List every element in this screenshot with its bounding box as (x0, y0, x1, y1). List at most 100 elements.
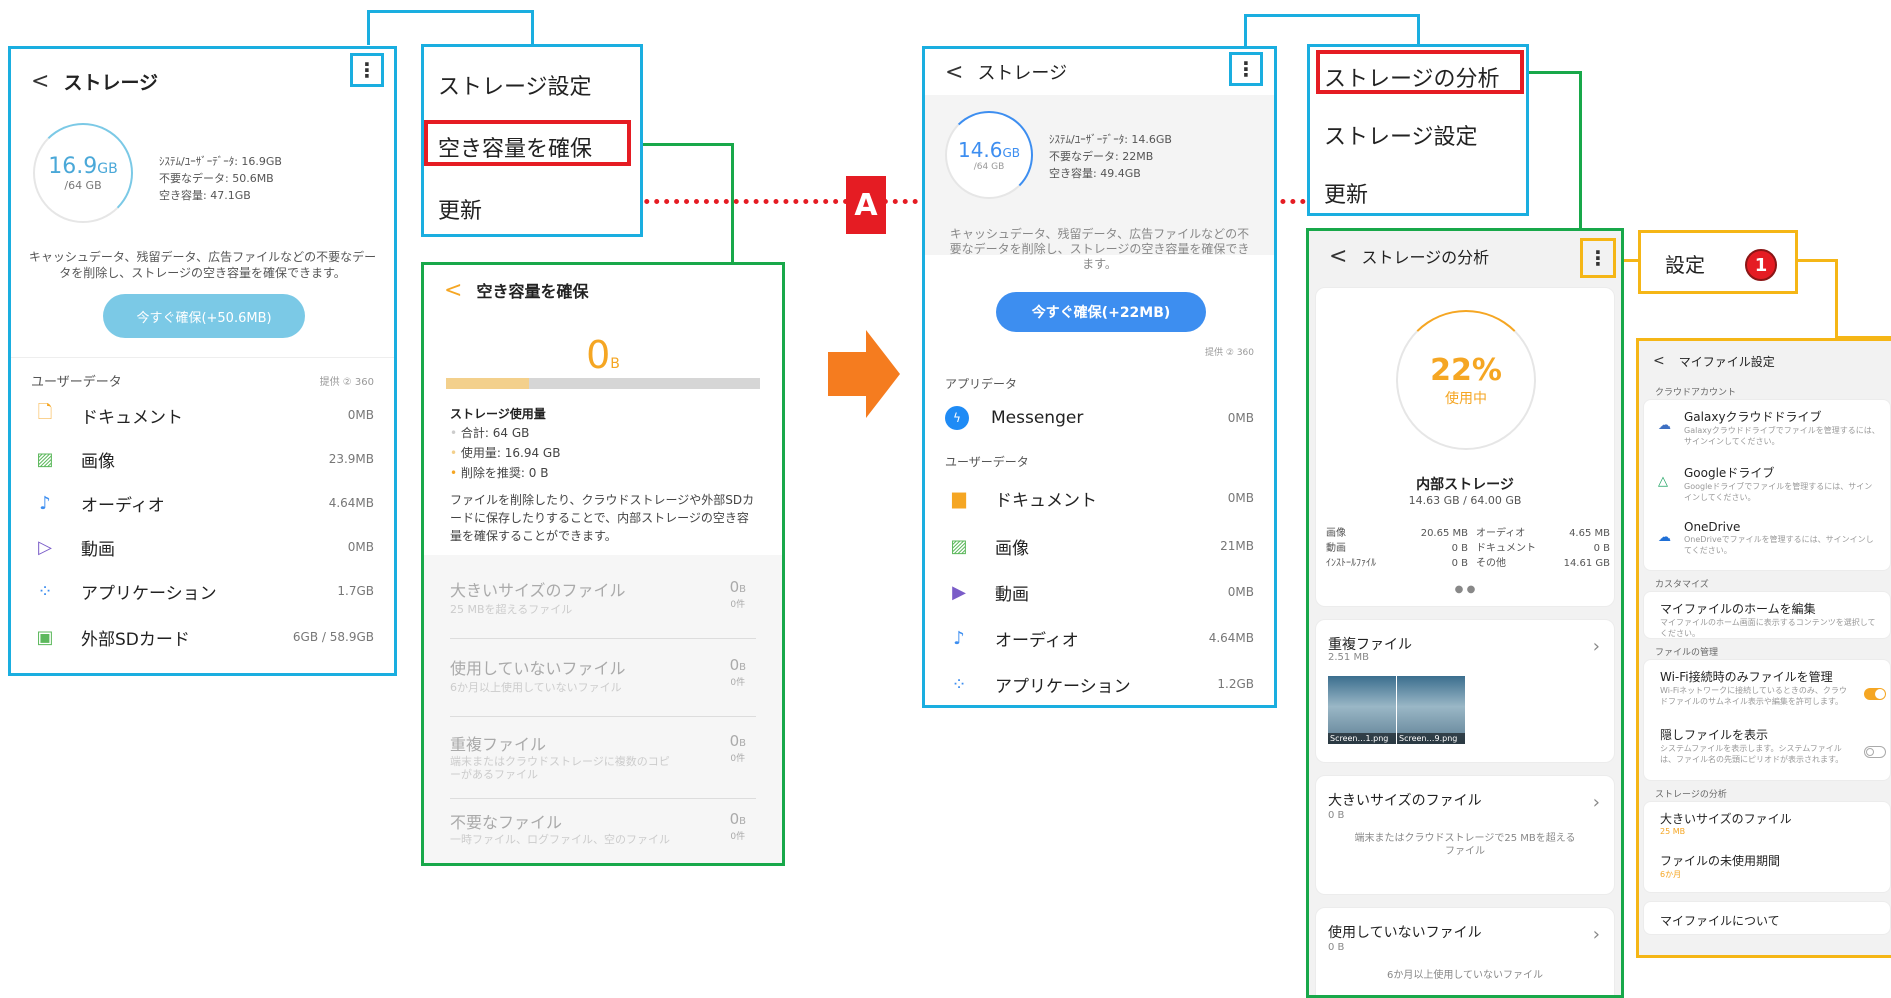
list-item-apps[interactable]: ⁘ アプリケーション 1.7GB (11, 569, 394, 613)
about-my-files[interactable]: マイファイルについて (1660, 912, 1880, 929)
free-space-screen: < 空き容量を確保 0B ストレージ使用量 • 合計: 64 GB • 使用量:… (421, 262, 785, 866)
item-title: 不要なファイル (450, 813, 563, 832)
menu-item-settings[interactable]: 設定 (1665, 249, 1705, 278)
description: キャッシュデータ、残留データ、広告ファイルなどの不要なデータを削除し、ストレージ… (28, 250, 377, 280)
back-icon[interactable]: < (31, 69, 49, 94)
internal-title: 内部ストレージ (1416, 477, 1514, 493)
storage-total: /64 GB (973, 162, 1005, 172)
more-options-button[interactable]: ⋮ (1229, 52, 1263, 86)
list-item-messenger[interactable]: ϟ Messenger 0MB (925, 395, 1274, 441)
menu-item-refresh[interactable]: 更新 (1324, 177, 1368, 209)
item-title: 大きいサイズのファイル (450, 581, 626, 600)
menu-item-storage-settings[interactable]: ストレージ設定 (1324, 119, 1478, 151)
usage-list: • 合計: 64 GB • 使用量: 16.94 GB • 削除を推奨: 0 B (450, 426, 561, 480)
list-item-video[interactable]: ▷ 動画 0MB (11, 525, 394, 569)
document-icon: 🗋 (37, 402, 53, 423)
back-icon[interactable]: < (444, 278, 462, 303)
detail-line: ｼｽﾃﾑ/ﾕｰｻﾞｰﾃﾞｰﾀ: 16.9GB (159, 155, 282, 168)
stat-value: 14.61 GB (1563, 558, 1610, 569)
cloud-galaxy[interactable]: Galaxyクラウドドライブ Galaxyクラウドドライブでファイルを管理するに… (1684, 408, 1880, 447)
more-options-button[interactable]: ⋮ (1580, 238, 1616, 278)
section-header: ファイルの管理 (1655, 648, 1719, 658)
internal-sub: 14.63 GB / 64.00 GB (1408, 494, 1522, 507)
wifi-toggle[interactable] (1864, 688, 1886, 700)
stat-label: ｲﾝｽﾄｰﾙﾌｧｲﾙ (1326, 558, 1376, 569)
item-size: 0MB (347, 540, 374, 554)
cloud-google[interactable]: Googleドライブ Googleドライブでファイルを管理するには、サインインし… (1684, 464, 1880, 503)
large-files-card[interactable]: 大きいサイズのファイル 0 B › 端末またはクラウドストレージで25 MBを超… (1315, 775, 1615, 895)
cloud-onedrive[interactable]: OneDrive OneDriveでファイルを管理するには、サインインしてくださ… (1684, 520, 1880, 556)
item-label: 画像 (995, 538, 1029, 559)
list-item-audio[interactable]: ♪ オーディオ 4.64MB (11, 481, 394, 525)
item-size: 21MB (1220, 539, 1254, 553)
large-file-size-setting[interactable]: 大きいサイズのファイル 25 MB (1660, 810, 1880, 836)
analysis-card: 大きいサイズのファイル 25 MB ファイルの未使用期間 6か月 (1643, 801, 1891, 893)
item-desc: OneDriveでファイルを管理するには、サインインしてください。 (1684, 535, 1874, 555)
card-desc: 6か月以上使用していないファイル (1386, 970, 1544, 981)
unused-period-setting[interactable]: ファイルの未使用期間 6か月 (1660, 852, 1880, 880)
list-item-junk-files[interactable]: 不要なファイル 一時ファイル、ログファイル、空のファイル 0B 0件 (450, 801, 756, 863)
list-item-documents[interactable]: ▆ ドキュメント 0MB (925, 475, 1274, 521)
about-card[interactable]: マイファイルについて (1643, 901, 1891, 935)
detail-line: 不要なデータ: 22MB (1049, 150, 1154, 163)
item-desc: システムファイルを表示します。システムファイルは、ファイル名の先頭にピリオドが表… (1660, 744, 1844, 764)
list-item-large-files[interactable]: 大きいサイズのファイル 25 MBを超えるファイル 0B 0件 (450, 569, 756, 639)
detail-line: ｼｽﾃﾑ/ﾕｰｻﾞｰﾃﾞｰﾀ: 14.6GB (1049, 133, 1172, 146)
list-item-sd-card[interactable]: ▣ 外部SDカード 6GB / 58.9GB (11, 615, 394, 659)
more-options-button[interactable]: ⋮ (350, 53, 384, 87)
highlight-storage-analysis (1316, 50, 1524, 94)
wifi-only-setting[interactable]: Wi-Fi接続時のみファイルを管理 Wi-Fiネットワークに接続しているときのみ… (1660, 668, 1850, 707)
connector-line (1798, 259, 1838, 262)
unused-files-card[interactable]: 使用していないファイル 0 B › 6か月以上使用していないファイル (1315, 907, 1615, 995)
step-label-a: A (846, 176, 886, 234)
item-label: ドキュメント (995, 490, 1097, 511)
provided-label: 提供 ② 360 (1205, 348, 1254, 358)
customize-card[interactable]: マイファイルのホームを編集 マイファイルのホーム画面に表示するコンテンツを選択し… (1643, 591, 1891, 639)
header: < ストレージの分析 (1309, 231, 1621, 281)
thumbnail-label: Screen…1.png (1328, 733, 1396, 744)
usage-label: 使用中 (1445, 390, 1487, 407)
page-title: マイファイル設定 (1678, 354, 1775, 369)
item-title: OneDrive (1684, 520, 1741, 534)
back-icon[interactable]: < (1329, 244, 1347, 269)
usage-percent: 22% (1430, 352, 1502, 388)
usage-line: 削除を推奨: 0 B (460, 466, 549, 480)
big-size-unit: B (610, 356, 620, 372)
item-count: 0件 (730, 754, 746, 764)
hidden-files-setting[interactable]: 隠しファイルを表示 システムファイルを表示します。システムファイルは、ファイル名… (1660, 726, 1850, 765)
item-count: 0件 (730, 678, 746, 688)
menu-item-refresh[interactable]: 更新 (438, 193, 482, 225)
item-size: 0 (729, 578, 740, 596)
list-item-images[interactable]: ▨ 画像 23.9MB (11, 437, 394, 481)
list-item-images[interactable]: ▨ 画像 21MB (925, 523, 1274, 569)
description: ファイルを削除したり、クラウドストレージや外部SDカードに保存したりすることで、… (450, 493, 755, 543)
hidden-files-toggle[interactable] (1864, 746, 1886, 758)
back-icon[interactable]: < (1653, 353, 1665, 369)
item-size: 4.64MB (328, 496, 374, 510)
free-now-button[interactable]: 今すぐ確保(+22MB) (996, 292, 1206, 332)
detail-line: 不要なデータ: 50.6MB (159, 172, 274, 185)
back-icon[interactable]: < (945, 60, 963, 85)
card-title: 重複ファイル (1328, 637, 1412, 653)
free-now-button[interactable]: 今すぐ確保(+50.6MB) (103, 294, 305, 338)
item-title: ファイルの未使用期間 (1660, 854, 1781, 868)
usage-circle: 22% 使用中 (1396, 310, 1536, 450)
item-title: 大きいサイズのファイル (1660, 812, 1792, 826)
duplicate-files-card[interactable]: 重複ファイル 2.51 MB › Screen…1.png Screen…9.p… (1315, 619, 1615, 763)
item-desc: Googleドライブでファイルを管理するには、サインインしてください。 (1684, 482, 1873, 502)
menu-item-storage-settings[interactable]: ストレージ設定 (438, 69, 592, 101)
item-label: 動画 (995, 584, 1029, 605)
thumbnail[interactable]: Screen…9.png (1397, 676, 1465, 744)
item-size: 0 (729, 810, 740, 828)
list-item-documents[interactable]: 🗋 ドキュメント 0MB (11, 393, 394, 437)
list-item-duplicate-files[interactable]: 重複ファイル 端末またはクラウドストレージに複数のコピーがあるファイル 0B 0件 (450, 723, 756, 799)
settings-menu: 設定 1 (1638, 230, 1798, 294)
list-item-apps[interactable]: ⁘ アプリケーション 1.2GB (925, 661, 1274, 705)
storage-screen: < ストレージ 16.9GB /64 GB ｼｽﾃﾑ/ﾕｰｻﾞｰﾃﾞｰﾀ: 16… (8, 46, 397, 676)
edit-home[interactable]: マイファイルのホームを編集 マイファイルのホーム画面に表示するコンテンツを選択し… (1660, 600, 1880, 639)
list-item-audio[interactable]: ♪ オーディオ 4.64MB (925, 615, 1274, 661)
item-sub: 25 MBを超えるファイル (450, 603, 573, 616)
thumbnail[interactable]: Screen…1.png (1328, 676, 1396, 744)
list-item-video[interactable]: ▶ 動画 0MB (925, 569, 1274, 615)
list-item-unused-files[interactable]: 使用していないファイル 6か月以上使用していないファイル 0B 0件 (450, 647, 756, 717)
